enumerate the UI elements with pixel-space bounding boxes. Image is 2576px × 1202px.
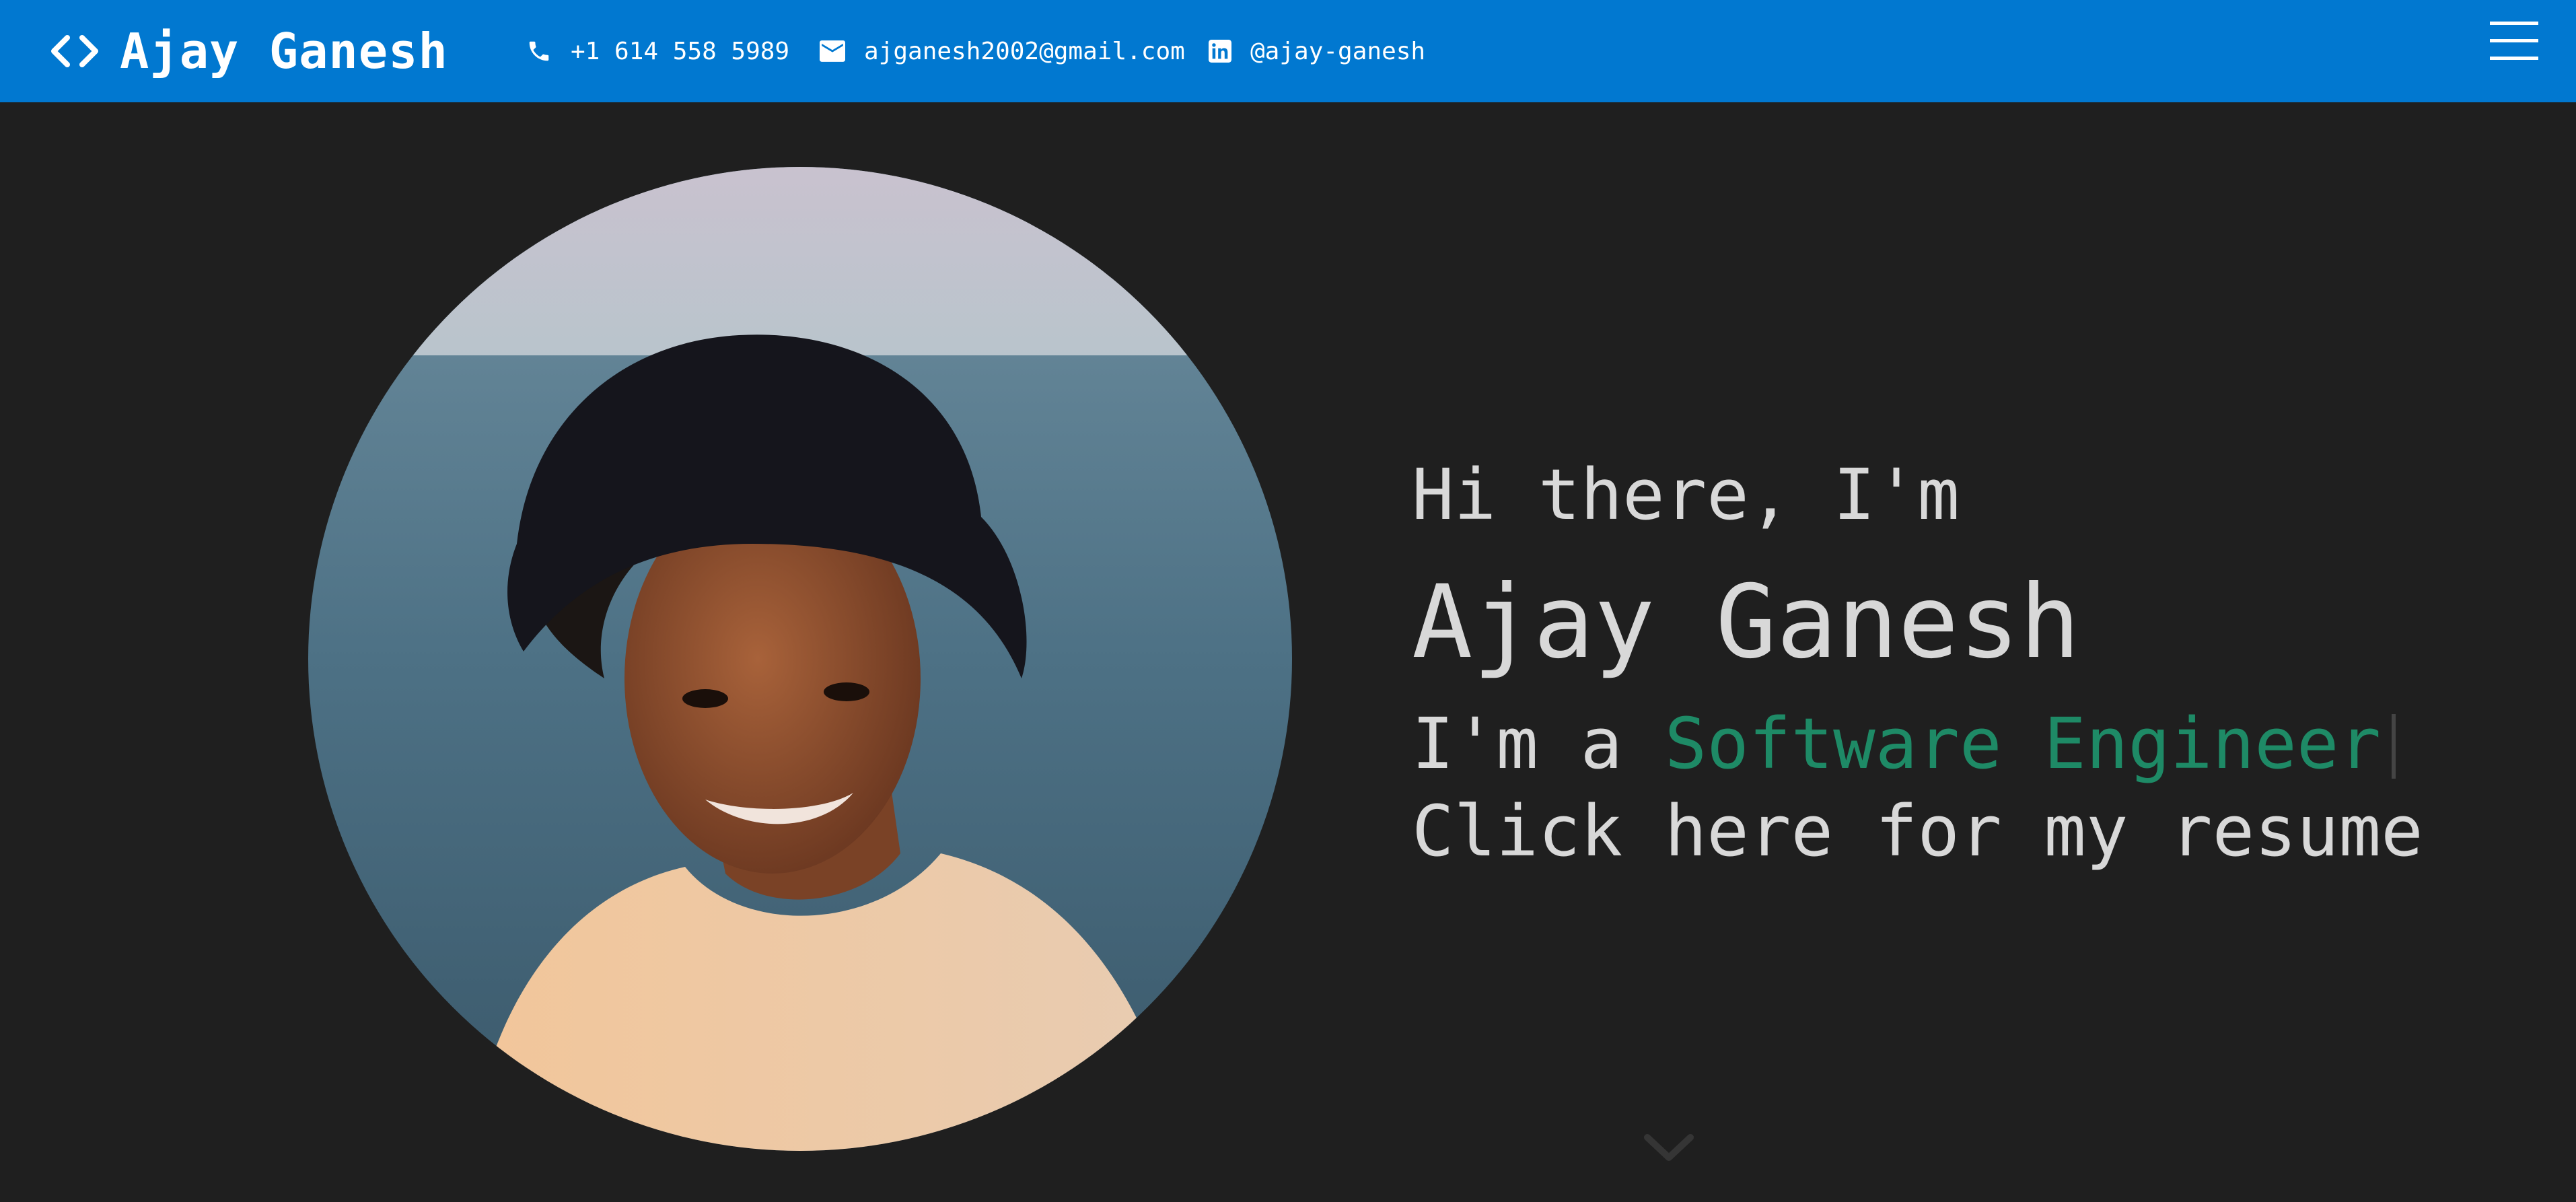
email-link[interactable]: ajganesh2002@gmail.com	[820, 27, 1185, 75]
hero-name: Ajay Ganesh	[1412, 564, 2081, 681]
mail-icon	[820, 40, 845, 62]
hamburger-menu-icon[interactable]	[2490, 22, 2538, 62]
resume-link[interactable]: Click here for my resume	[1412, 787, 2423, 875]
role-prefix: I'm a	[1412, 703, 1665, 785]
linkedin-icon	[1209, 40, 1231, 63]
phone-number: +1 614 558 5989	[571, 37, 790, 65]
top-navigation-bar: Ajay Ganesh +1 614 558 5989 ajganesh2002…	[0, 0, 2576, 102]
linkedin-handle: @ajay-ganesh	[1250, 37, 1426, 65]
greeting-text: Hi there, I'm	[1412, 454, 1960, 536]
typing-cursor	[2392, 714, 2396, 779]
chevron-down-icon[interactable]	[1642, 1131, 1696, 1164]
phone-link[interactable]: +1 614 558 5989	[526, 27, 789, 75]
code-icon	[48, 32, 101, 70]
profile-photo	[308, 167, 1292, 1151]
brand-home-link[interactable]: Ajay Ganesh	[48, 16, 448, 86]
email-address: ajganesh2002@gmail.com	[864, 37, 1185, 65]
role-line: I'm a Software Engineer	[1412, 700, 2396, 787]
brand-name: Ajay Ganesh	[120, 23, 448, 79]
phone-icon	[526, 38, 552, 64]
linkedin-link[interactable]: @ajay-ganesh	[1209, 27, 1425, 75]
role-text: Software Engineer	[1664, 703, 2382, 785]
